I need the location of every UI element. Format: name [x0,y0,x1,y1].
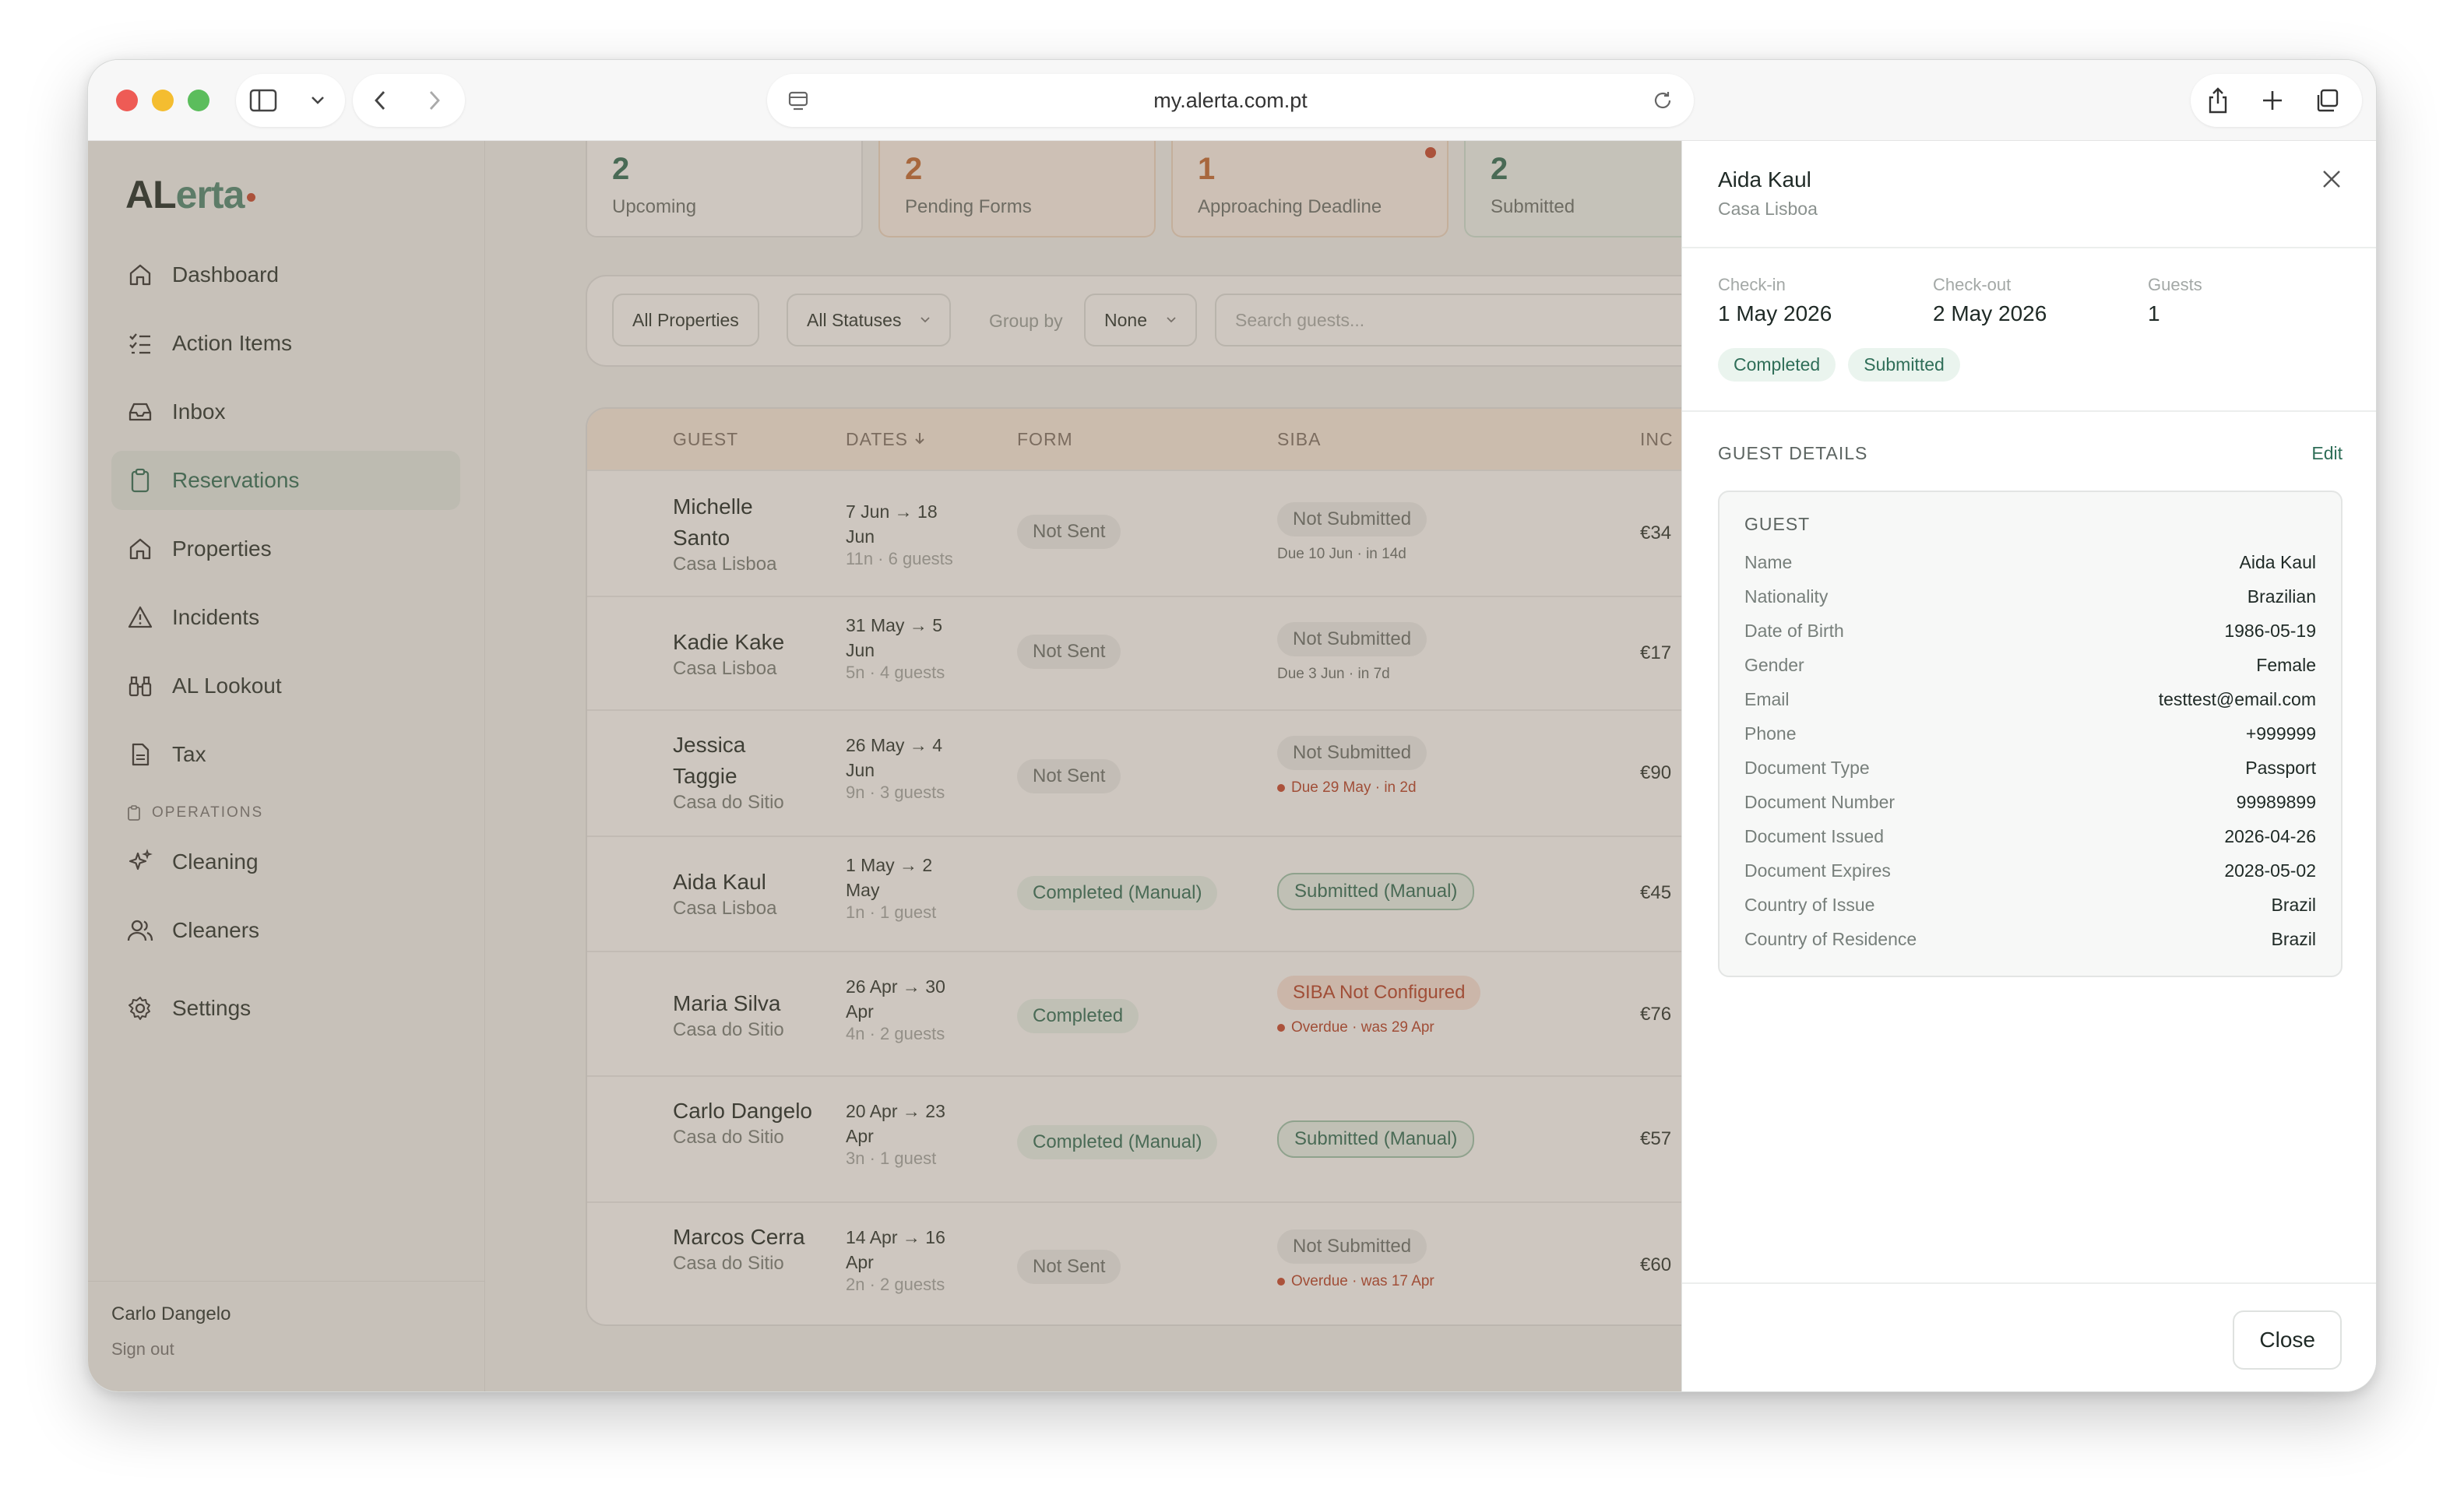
form-status-badge: Completed [1718,348,1836,382]
guest-details-section: GUEST DETAILS Edit GUEST Name Aida Kaul N… [1718,443,2343,977]
plus-icon [2263,91,2282,110]
drawer-guest-name: Aida Kaul [1718,167,1811,192]
checkout-value: 2 May 2026 [1933,301,2047,325]
forward-button[interactable] [407,74,462,127]
guest-card-title: GUEST [1744,514,1811,534]
checkin-value: 1 May 2026 [1718,301,1832,325]
detail-row-document-issued: Document Issued 2026-04-26 [1744,826,2316,846]
chevron-right-icon [429,91,440,110]
guest-card: GUEST Name Aida Kaul Nationality Brazilian… [1718,491,2343,977]
detail-row-document-number: Document Number 99989899 [1744,792,2316,812]
drawer-close-button[interactable] [2320,167,2343,195]
detail-row-date-of-birth: Date of Birth 1986-05-19 [1744,621,2316,641]
reload-icon[interactable] [1652,90,1674,111]
share-icon [2209,87,2227,114]
close-window-button[interactable] [116,90,138,111]
modal-backdrop[interactable] [88,141,1681,1391]
detail-row-gender: Gender Female [1744,655,2316,675]
browser-window: my.alerta.com.pt ALerta Dashboard Action… [87,59,2377,1392]
guests-label: Guests [2148,275,2202,294]
window-actions-group [2191,74,2362,127]
close-icon [2323,171,2340,188]
detail-row-country-of-issue: Country of Issue Brazil [1744,895,2316,915]
address-bar[interactable]: my.alerta.com.pt [767,74,1694,127]
page-settings-icon[interactable] [787,90,809,111]
back-button[interactable] [353,74,407,127]
detail-row-nationality: Nationality Brazilian [1744,586,2316,607]
sidebar-toggle-group [236,74,345,127]
zoom-window-button[interactable] [188,90,209,111]
chevron-left-icon [375,91,385,110]
guests-value: 1 [2148,301,2160,325]
browser-toolbar: my.alerta.com.pt [88,60,2376,141]
app-shell: ALerta Dashboard Action Items Inbox Rese… [88,141,2376,1391]
drawer-header: Aida Kaul Casa Lisboa [1682,141,2376,248]
reservation-detail-drawer: Aida Kaul Casa Lisboa Check-in 1 May 202… [1681,141,2376,1391]
detail-row-email: Email testtest@email.com [1744,689,2316,709]
chevron-down-icon [312,97,324,104]
url-text: my.alerta.com.pt [1153,88,1308,112]
detail-row-phone: Phone +999999 [1744,723,2316,744]
tabs-icon [2317,89,2339,112]
drawer-footer: Close [1682,1282,2376,1391]
sidebar-icon [249,89,277,112]
drawer-property-name: Casa Lisboa [1718,199,1818,219]
siba-status-badge: Submitted [1848,348,1960,382]
edit-button[interactable]: Edit [2311,443,2343,464]
stay-summary-panel: Check-in 1 May 2026 Check-out 2 May 2026… [1682,250,2376,412]
detail-row-name: Name Aida Kaul [1744,552,2316,572]
close-button[interactable]: Close [2233,1310,2342,1370]
history-nav-group [353,74,465,127]
new-tab-button[interactable] [2245,74,2300,127]
section-title: GUEST DETAILS [1718,443,1868,463]
detail-row-country-of-residence: Country of Residence Brazil [1744,929,2316,949]
share-button[interactable] [2191,74,2245,127]
tab-overview-button[interactable] [2300,74,2354,127]
sidebar-menu-button[interactable] [290,74,345,127]
checkout-label: Check-out [1933,275,2012,294]
detail-row-document-expires: Document Expires 2028-05-02 [1744,860,2316,881]
checkin-label: Check-in [1718,275,1786,294]
sidebar-toggle-button[interactable] [236,74,290,127]
detail-row-document-type: Document Type Passport [1744,758,2316,778]
minimize-window-button[interactable] [152,90,174,111]
